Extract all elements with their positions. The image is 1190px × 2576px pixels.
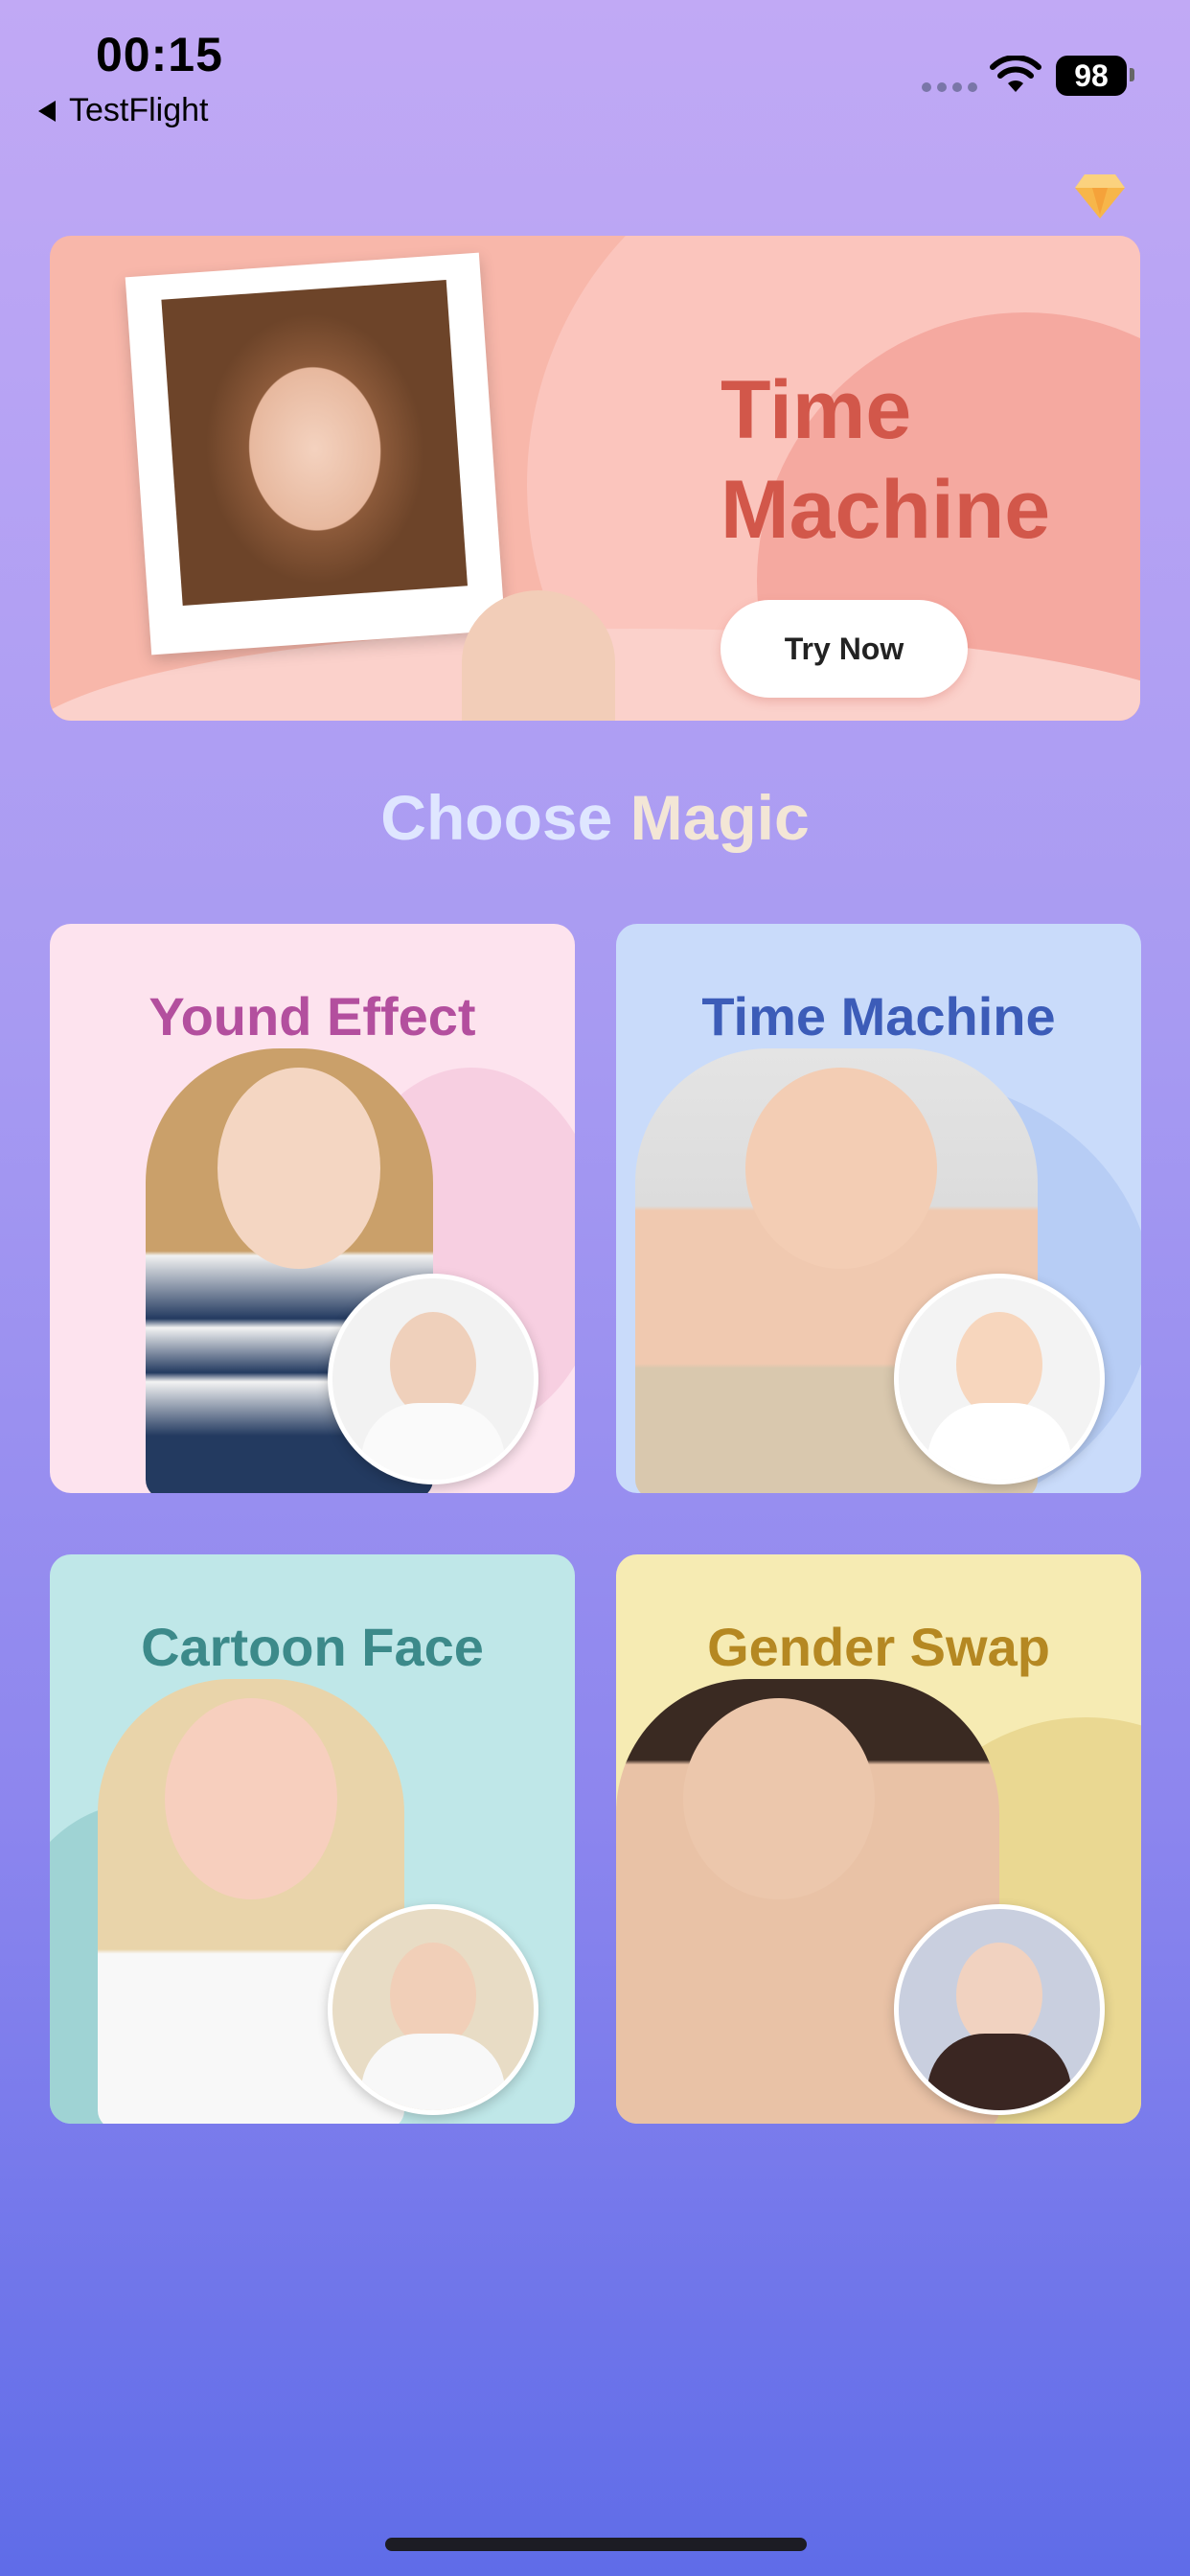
before-avatar	[894, 1274, 1105, 1484]
section-title-part1: Choose	[380, 782, 613, 853]
card-title: Gender Swap	[707, 1617, 1050, 1677]
cartoon-girl-face	[165, 1698, 337, 1899]
cellular-signal-icon	[922, 82, 977, 92]
before-avatar	[328, 1904, 538, 2115]
child-portrait	[161, 280, 468, 607]
banner-title-line1: Time	[721, 364, 912, 456]
young-effect-card[interactable]: Yound Effect	[50, 924, 575, 1493]
card-title: Time Machine	[701, 986, 1056, 1046]
section-title-part2: Magic	[629, 782, 810, 853]
back-to-testflight[interactable]: TestFlight	[38, 92, 209, 129]
back-arrow-icon	[38, 100, 56, 122]
polaroid-photo	[125, 252, 506, 656]
battery-tip	[1130, 68, 1134, 81]
back-label: TestFlight	[69, 92, 209, 128]
girl-face	[217, 1068, 380, 1269]
time-machine-banner[interactable]: Time Machine Try Now	[50, 236, 1140, 721]
try-now-button[interactable]: Try Now	[721, 600, 968, 698]
card-title: Cartoon Face	[141, 1617, 484, 1677]
after-avatar	[894, 1904, 1105, 2115]
banner-title: Time Machine	[721, 360, 1050, 560]
man-face	[683, 1698, 875, 1899]
banner-title-line2: Machine	[721, 464, 1051, 556]
diamond-icon[interactable]	[1073, 172, 1127, 225]
time-machine-card[interactable]: Time Machine	[616, 924, 1141, 1493]
card-title: Yound Effect	[149, 986, 476, 1046]
cartoon-face-card[interactable]: Cartoon Face	[50, 1554, 575, 2124]
gender-swap-card[interactable]: Gender Swap	[616, 1554, 1141, 2124]
section-title: Choose Magic	[0, 781, 1190, 854]
before-avatar	[328, 1274, 538, 1484]
battery-indicator: 98	[1056, 56, 1127, 96]
wifi-icon	[989, 55, 1042, 99]
elderly-woman-face	[745, 1068, 937, 1269]
status-time: 00:15	[96, 28, 223, 81]
home-indicator[interactable]	[385, 2538, 807, 2551]
